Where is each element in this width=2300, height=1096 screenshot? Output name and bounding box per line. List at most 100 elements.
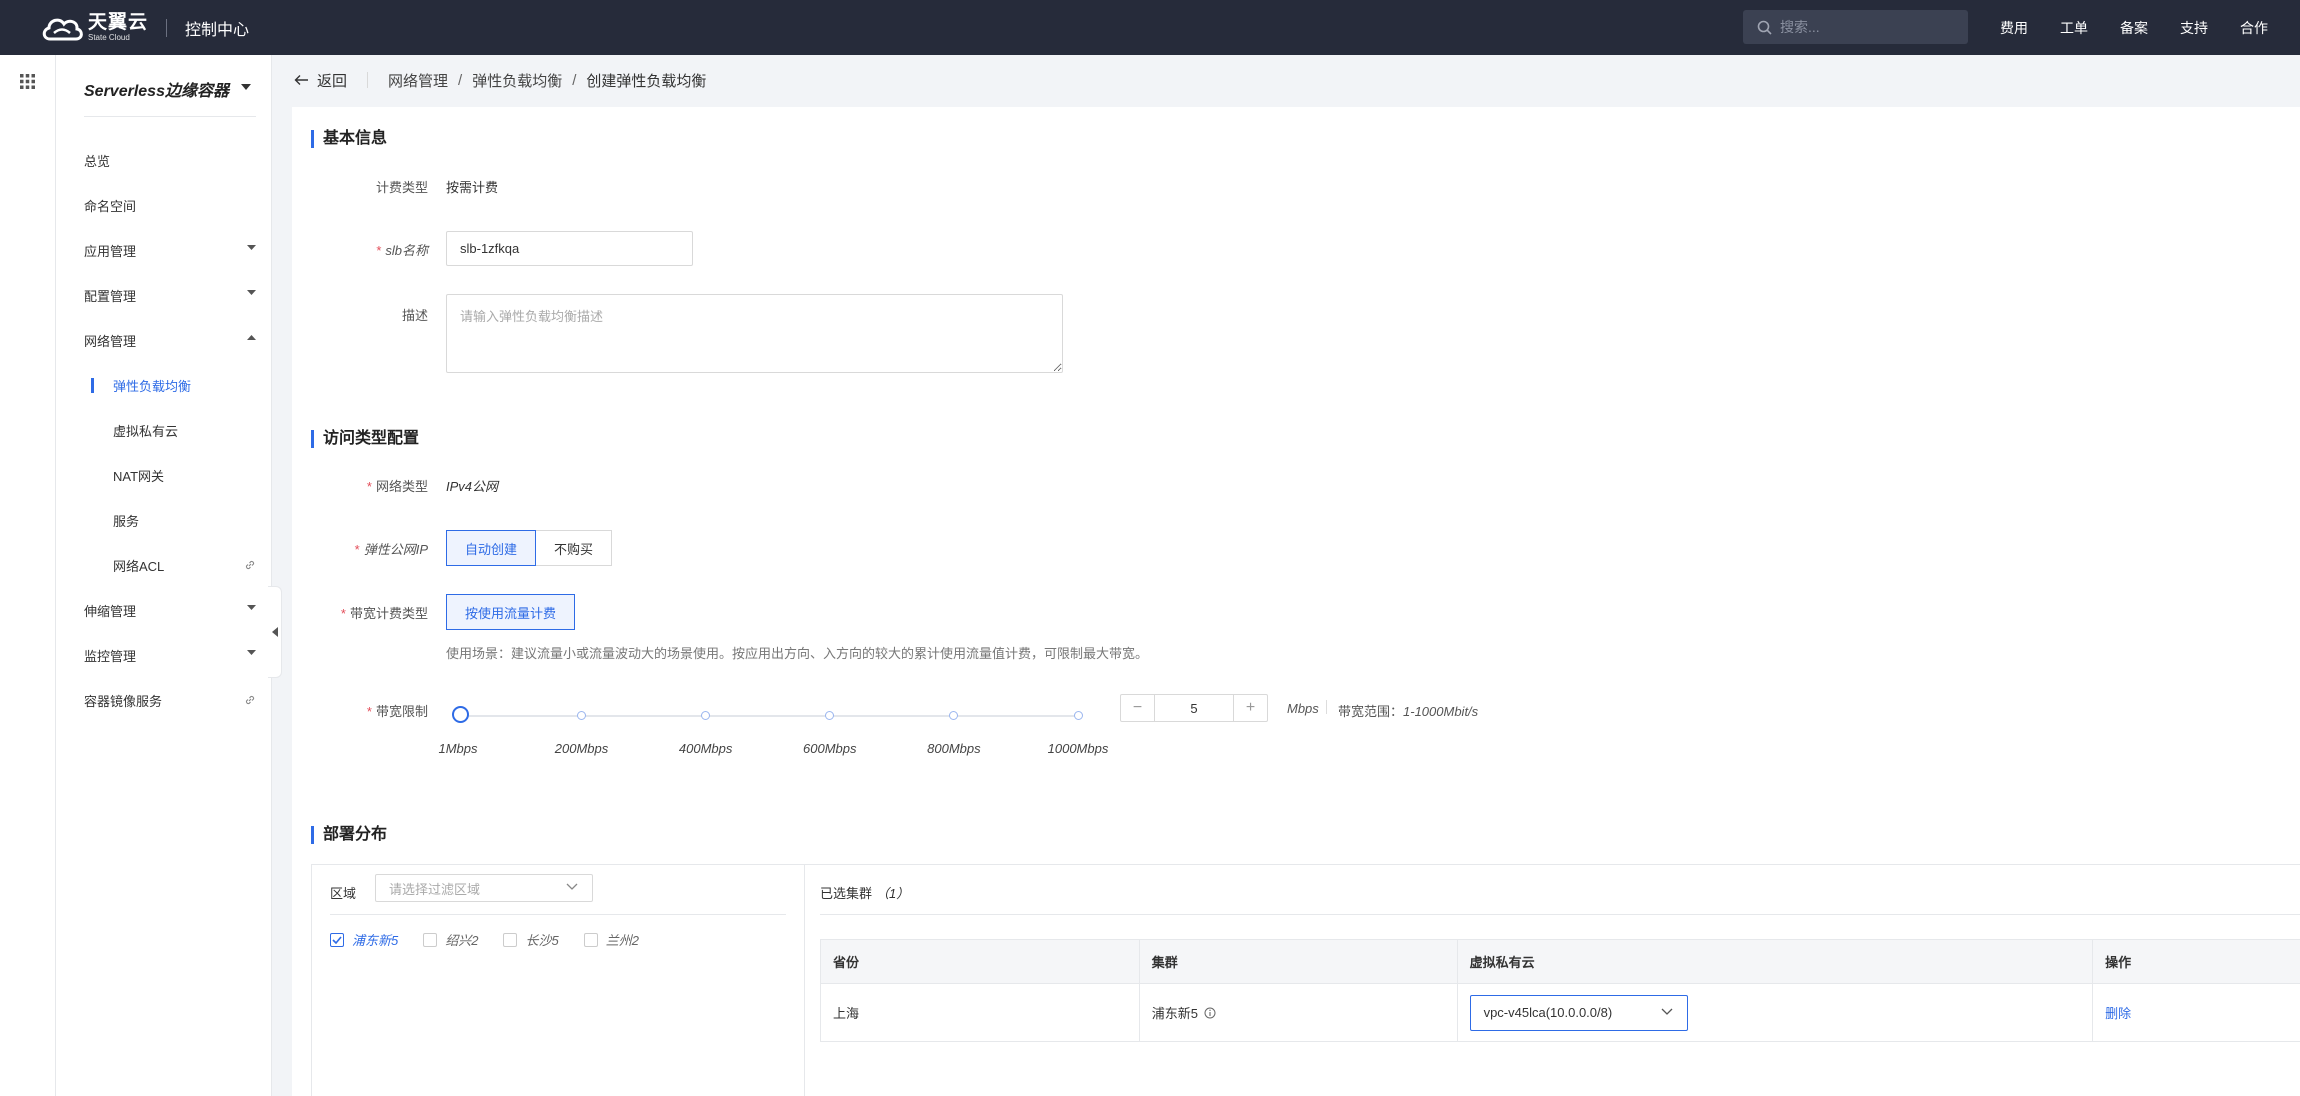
region-label: 区域 bbox=[330, 886, 357, 901]
sidebar-item-label: 总览 bbox=[84, 154, 111, 169]
description-label: 描述 bbox=[401, 308, 428, 323]
top-nav: 费用 工单 备案 支持 合作 bbox=[2000, 0, 2300, 55]
slider-mark-dot[interactable] bbox=[577, 711, 586, 720]
cloud-logo-icon bbox=[42, 18, 83, 40]
stepper-minus-button[interactable]: − bbox=[1121, 695, 1154, 721]
slb-name-label: * slb名称 bbox=[376, 243, 428, 258]
delete-link[interactable]: 删除 bbox=[2105, 1003, 2131, 1022]
unit-divider bbox=[1326, 700, 1327, 714]
table-header-action: 操作 bbox=[2105, 955, 2132, 970]
sidebar-item-container-registry[interactable]: 容器镜像服务 bbox=[56, 678, 272, 723]
breadcrumb-network-management[interactable]: 网络管理 bbox=[388, 70, 448, 91]
slider-handle[interactable] bbox=[451, 706, 469, 723]
table-header-cluster: 集群 bbox=[1140, 940, 1458, 983]
stepper-value[interactable]: 5 bbox=[1154, 695, 1234, 721]
region-checkbox-shaoxing2[interactable]: 绍兴2 bbox=[423, 930, 478, 949]
slider-mark-dot[interactable] bbox=[949, 711, 959, 720]
back-button[interactable]: 返回 bbox=[294, 70, 347, 91]
sidebar-item-scaling-management[interactable]: 伸缩管理 bbox=[56, 588, 272, 633]
top-nav-support[interactable]: 支持 bbox=[2180, 18, 2208, 38]
table-header-province: 省份 bbox=[821, 940, 1140, 983]
table-header-vpc: 虚拟私有云 bbox=[1458, 940, 2094, 983]
bandwidth-range: 带宽范围：1-1000Mbit/s bbox=[1338, 704, 1479, 719]
selected-cluster-title: 已选集群 （1） bbox=[820, 886, 910, 901]
region-checkbox-changsha5[interactable]: 长沙5 bbox=[503, 930, 559, 949]
bandwidth-billing-segmented: 按使用流量计费 bbox=[446, 594, 576, 630]
sidebar-item-label: 服务 bbox=[113, 514, 140, 529]
caret-down-icon bbox=[247, 245, 256, 250]
selected-cluster-panel: 已选集群 （1） 省份 集群 虚拟私有云 操作 上海 浦东新5 vpc-v45lc… bbox=[805, 864, 2300, 1096]
top-search-box[interactable]: 搜索... bbox=[1743, 10, 1968, 44]
slb-name-input[interactable] bbox=[446, 231, 693, 266]
bandwidth-by-traffic-button[interactable]: 按使用流量计费 bbox=[446, 594, 576, 630]
breadcrumb-separator: / bbox=[458, 71, 463, 89]
caret-down-icon bbox=[247, 650, 256, 655]
top-divider bbox=[166, 18, 168, 37]
sidebar-item-slb[interactable]: 弹性负载均衡 bbox=[56, 363, 272, 408]
logo[interactable]: 天翼云 State Cloud bbox=[40, 13, 148, 43]
bandwidth-slider[interactable]: 1Mbps 200Mbps 400Mbps 600Mbps 800Mbps 1000Mbp… bbox=[438, 706, 1108, 768]
top-nav-filing[interactable]: 备案 bbox=[2120, 18, 2148, 38]
logo-text-en: State Cloud bbox=[88, 33, 130, 42]
caret-down-icon bbox=[240, 84, 251, 90]
breadcrumb: 返回 网络管理 / 弹性负载均衡 / 创建弹性负载均衡 bbox=[290, 55, 2300, 105]
slider-mark-dot[interactable] bbox=[825, 711, 835, 720]
breadcrumb-separator: / bbox=[572, 71, 577, 89]
sidebar-item-app-management[interactable]: 应用管理 bbox=[56, 228, 272, 273]
sidebar-item-service[interactable]: 服务 bbox=[56, 498, 272, 543]
product-switcher[interactable]: Serverless边缘容器 bbox=[84, 77, 256, 117]
product-title: Serverless边缘容器 bbox=[84, 83, 229, 100]
top-nav-billing[interactable]: 费用 bbox=[2000, 18, 2028, 38]
eip-segmented: 自动创建 不购买 bbox=[446, 530, 613, 566]
breadcrumb-slb[interactable]: 弹性负载均衡 bbox=[472, 70, 562, 91]
sidebar-item-overview[interactable]: 总览 bbox=[56, 138, 272, 183]
external-link-icon bbox=[245, 560, 255, 570]
top-nav-partner[interactable]: 合作 bbox=[2240, 18, 2268, 38]
cell-province: 上海 bbox=[821, 984, 1140, 1041]
sidebar-item-vpc[interactable]: 虚拟私有云 bbox=[56, 408, 272, 453]
region-filter-select[interactable]: 请选择过滤区域 bbox=[375, 874, 593, 902]
section-title-access: 访问类型配置 bbox=[311, 430, 419, 448]
description-textarea[interactable] bbox=[446, 294, 1063, 373]
bandwidth-billing-label: * 带宽计费类型 bbox=[340, 606, 428, 621]
slider-mark-label: 1000Mbps bbox=[1047, 741, 1109, 756]
slider-mark-dot[interactable] bbox=[701, 711, 711, 720]
slider-mark-dot[interactable] bbox=[1073, 711, 1083, 720]
sidebar-item-config-management[interactable]: 配置管理 bbox=[56, 273, 272, 318]
sidebar-item-label: 虚拟私有云 bbox=[113, 424, 179, 439]
bandwidth-limit-label: * 带宽限制 bbox=[366, 704, 428, 719]
top-nav-tickets[interactable]: 工单 bbox=[2060, 18, 2088, 38]
region-checkbox-label: 长沙5 bbox=[525, 933, 559, 948]
sidebar-item-nat-gateway[interactable]: NAT网关 bbox=[56, 453, 272, 498]
info-icon[interactable] bbox=[1204, 1007, 1216, 1019]
bandwidth-hint: 使用场景：建议流量小或流量波动大的场景使用。按应用出方向、入方向的较大的累计使用… bbox=[446, 646, 1149, 661]
sidebar-item-namespace[interactable]: 命名空间 bbox=[56, 183, 272, 228]
sidebar-item-label: 配置管理 bbox=[84, 289, 137, 304]
checkbox-checked-icon bbox=[330, 932, 344, 947]
billing-type-label: 计费类型 bbox=[375, 180, 428, 195]
back-label: 返回 bbox=[317, 72, 348, 90]
sidebar-collapse-handle[interactable] bbox=[268, 586, 282, 678]
slider-track[interactable] bbox=[458, 715, 1078, 717]
region-checkbox-list: 浦东新5 绍兴2 长沙5 兰州2 bbox=[330, 930, 664, 949]
eip-auto-create-button[interactable]: 自动创建 bbox=[446, 530, 537, 566]
region-panel: 区域 请选择过滤区域 浦东新5 绍兴2 长沙5 兰州2 bbox=[311, 864, 805, 1096]
caret-down-icon bbox=[247, 605, 256, 610]
cell-cluster-text: 浦东新5 bbox=[1151, 1006, 1199, 1021]
region-filter-placeholder: 请选择过滤区域 bbox=[389, 881, 481, 897]
table-row: 上海 浦东新5 vpc-v45lca(10.0.0.0/8) 删除 bbox=[820, 984, 2300, 1042]
sidebar-item-network-acl[interactable]: 网络ACL bbox=[56, 543, 272, 588]
stepper-plus-button[interactable]: + bbox=[1234, 695, 1267, 721]
console-title[interactable]: 控制中心 bbox=[185, 16, 249, 40]
sidebar-item-label: 应用管理 bbox=[84, 244, 137, 259]
sidebar-item-monitor-management[interactable]: 监控管理 bbox=[56, 633, 272, 678]
arrow-left-icon bbox=[294, 75, 308, 85]
vpc-select[interactable]: vpc-v45lca(10.0.0.0/8) bbox=[1469, 994, 1688, 1031]
sidebar-item-network-management[interactable]: 网络管理 bbox=[56, 318, 272, 363]
region-checkbox-lanzhou2[interactable]: 兰州2 bbox=[583, 930, 639, 949]
eip-no-purchase-button[interactable]: 不购买 bbox=[536, 530, 613, 566]
apps-grid-icon[interactable] bbox=[20, 74, 35, 89]
region-checkbox-pudong5[interactable]: 浦东新5 bbox=[330, 930, 398, 949]
sidebar-item-label: 监控管理 bbox=[84, 649, 137, 664]
cell-cluster: 浦东新5 bbox=[1140, 984, 1458, 1041]
